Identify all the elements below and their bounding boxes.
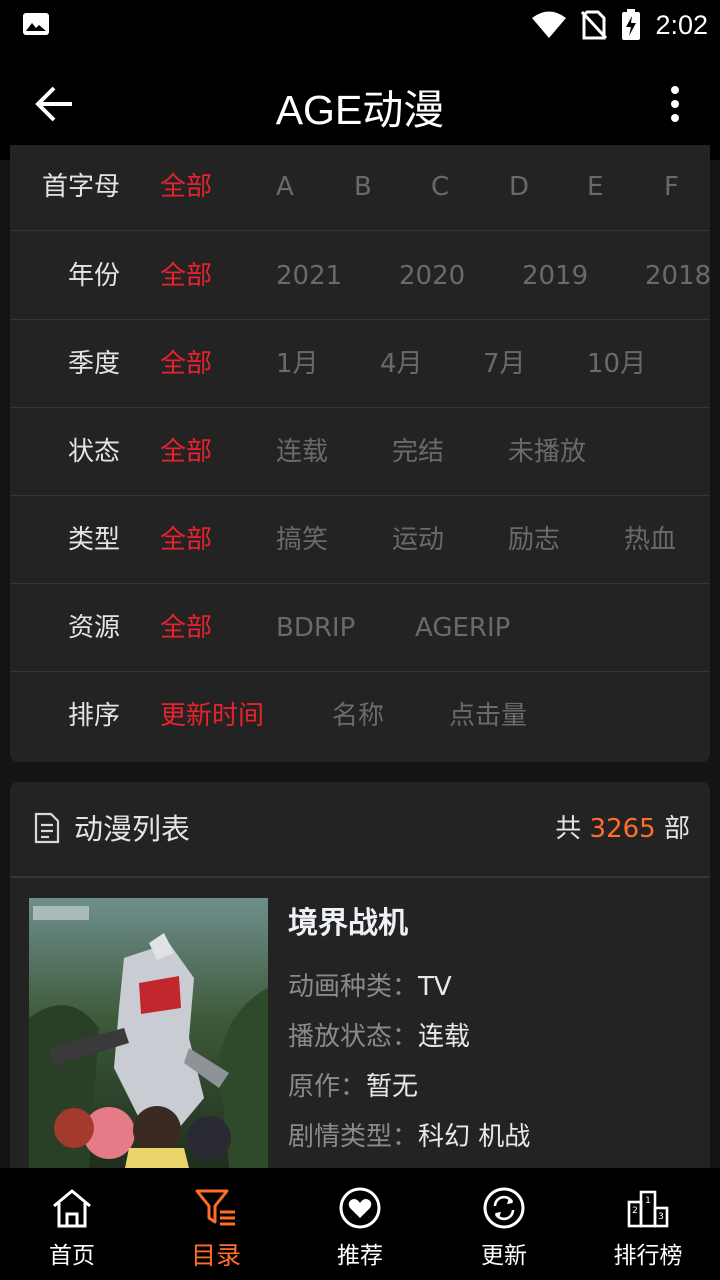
- nav-item-updates[interactable]: 更新: [432, 1168, 576, 1280]
- app-title: AGE动漫: [275, 87, 445, 133]
- podium-icon: 1 2 3: [627, 1190, 669, 1228]
- filter-option[interactable]: D: [509, 145, 529, 231]
- battery-charging-icon: [622, 9, 641, 40]
- nav-label: 排行榜: [613, 1243, 683, 1269]
- filter-label: 资源: [67, 613, 120, 643]
- meta-key: 原作：: [288, 1072, 367, 1102]
- bottom-navigation: 首页 目录 推荐 更新 1 2 3 排行榜: [0, 1168, 720, 1280]
- filter-row-sort: 排序 更新时间 名称 点击量: [10, 672, 710, 760]
- home-icon: [53, 1189, 91, 1228]
- nav-label: 推荐: [337, 1243, 383, 1269]
- filter-option[interactable]: 搞笑: [276, 496, 328, 584]
- nav-item-recommend[interactable]: 推荐: [288, 1168, 432, 1280]
- nav-item-catalog[interactable]: 目录: [144, 1168, 288, 1280]
- anime-list-card: 动漫列表 共 3265 部 境界战机 动画种类：TV 播放状态：连载 原作：暂无…: [10, 782, 710, 1182]
- svg-text:3: 3: [658, 1212, 664, 1222]
- anime-meta-type: 动画种类：TV: [288, 966, 452, 1003]
- filter-row-resource: 资源 全部 BDRIP AGERIP: [10, 584, 710, 672]
- image-notification-icon: [23, 13, 49, 35]
- filter-row-season: 季度 全部 1月 4月 7月 10月: [10, 320, 710, 408]
- filter-option[interactable]: 连载: [276, 408, 328, 496]
- filter-label: 排序: [67, 701, 120, 731]
- sort-option-clicks[interactable]: 点击量: [449, 672, 527, 760]
- filter-label: 类型: [67, 525, 120, 555]
- filter-option[interactable]: BDRIP: [276, 584, 355, 672]
- anime-list-header: 动漫列表 共 3265 部: [10, 782, 710, 878]
- filter-option[interactable]: 2021: [276, 232, 342, 320]
- filter-option[interactable]: 7月: [483, 320, 526, 408]
- status-time: 2:02: [655, 9, 708, 40]
- filter-option[interactable]: 完结: [392, 408, 444, 496]
- meta-key: 播放状态：: [288, 1022, 419, 1052]
- filter-option[interactable]: 未播放: [508, 408, 586, 496]
- filter-option[interactable]: F: [664, 145, 679, 231]
- filter-option[interactable]: 4月: [380, 320, 423, 408]
- meta-key: 动画种类：: [288, 972, 419, 1002]
- filter-label: 状态: [67, 437, 120, 467]
- filter-option[interactable]: 2018: [645, 232, 710, 320]
- filter-option-all[interactable]: 全部: [160, 232, 212, 320]
- nav-item-home[interactable]: 首页: [0, 1168, 144, 1280]
- anime-meta-genre: 剧情类型：科幻 机战: [288, 1116, 530, 1153]
- sort-option-update-time[interactable]: 更新时间: [160, 672, 264, 760]
- count-suffix: 部: [663, 814, 690, 844]
- filter-list-icon: [195, 1189, 235, 1226]
- wifi-icon: [532, 11, 567, 38]
- heart-icon: [339, 1187, 381, 1229]
- filter-panel: 首字母 全部 A B C D E F 年份 全部 2021 2020 2019 …: [10, 145, 710, 762]
- filter-option[interactable]: 1月: [276, 320, 319, 408]
- svg-text:2: 2: [632, 1206, 638, 1216]
- nav-item-ranking[interactable]: 1 2 3 排行榜: [576, 1168, 720, 1280]
- filter-row-status: 状态 全部 连载 完结 未播放: [10, 408, 710, 496]
- no-sim-icon: [581, 10, 608, 40]
- filter-label: 年份: [67, 261, 120, 291]
- filter-option[interactable]: 运动: [392, 496, 444, 584]
- filter-option-all[interactable]: 全部: [160, 408, 212, 496]
- filter-option[interactable]: 2020: [399, 232, 465, 320]
- filter-option-all[interactable]: 全部: [160, 584, 212, 672]
- meta-value: 连载: [418, 1022, 471, 1052]
- nav-label: 更新: [481, 1243, 527, 1269]
- anime-meta-original: 原作：暂无: [288, 1066, 418, 1103]
- app-bar: AGE动漫: [0, 50, 720, 160]
- nav-label: 目录: [190, 1241, 241, 1270]
- svg-text:1: 1: [645, 1196, 651, 1206]
- filter-row-initial: 首字母 全部 A B C D E F: [10, 145, 710, 231]
- filter-option[interactable]: 10月: [587, 320, 646, 408]
- nav-label: 首页: [49, 1243, 95, 1269]
- sort-option-name[interactable]: 名称: [332, 672, 384, 760]
- anime-title[interactable]: 境界战机: [288, 898, 408, 942]
- filter-option-all[interactable]: 全部: [160, 145, 212, 231]
- more-options-icon[interactable]: [660, 84, 690, 124]
- anime-meta-status: 播放状态：连载: [288, 1016, 470, 1053]
- status-bar: 2:02: [0, 0, 720, 50]
- filter-label: 首字母: [41, 172, 120, 202]
- filter-option[interactable]: E: [587, 145, 603, 231]
- filter-option-all[interactable]: 全部: [160, 320, 212, 408]
- filter-option[interactable]: B: [354, 145, 372, 231]
- filter-row-year: 年份 全部 2021 2020 2019 2018: [10, 232, 710, 320]
- filter-option[interactable]: 励志: [508, 496, 560, 584]
- filter-option[interactable]: C: [431, 145, 449, 231]
- filter-option[interactable]: 2019: [522, 232, 588, 320]
- anime-count: 共 3265 部: [555, 782, 690, 876]
- meta-value: 科幻 机战: [418, 1122, 531, 1152]
- anime-list-title: 动漫列表: [74, 812, 191, 846]
- anime-poster-image[interactable]: [29, 898, 268, 1168]
- filter-option[interactable]: A: [276, 145, 294, 231]
- refresh-icon: [483, 1187, 525, 1229]
- meta-key: 剧情类型：: [288, 1122, 419, 1152]
- document-icon: [34, 812, 60, 844]
- count-number: 3265: [589, 814, 656, 844]
- filter-label: 季度: [67, 349, 120, 379]
- count-prefix: 共: [555, 814, 582, 844]
- anime-list-item[interactable]: 境界战机 动画种类：TV 播放状态：连载 原作：暂无 剧情类型：科幻 机战: [10, 880, 710, 1180]
- filter-option-all[interactable]: 全部: [160, 496, 212, 584]
- filter-option[interactable]: AGERIP: [415, 584, 510, 672]
- filter-row-genre: 类型 全部 搞笑 运动 励志 热血: [10, 496, 710, 584]
- meta-value: TV: [418, 972, 452, 1002]
- meta-value: 暂无: [366, 1072, 419, 1102]
- filter-option[interactable]: 热血: [624, 496, 676, 584]
